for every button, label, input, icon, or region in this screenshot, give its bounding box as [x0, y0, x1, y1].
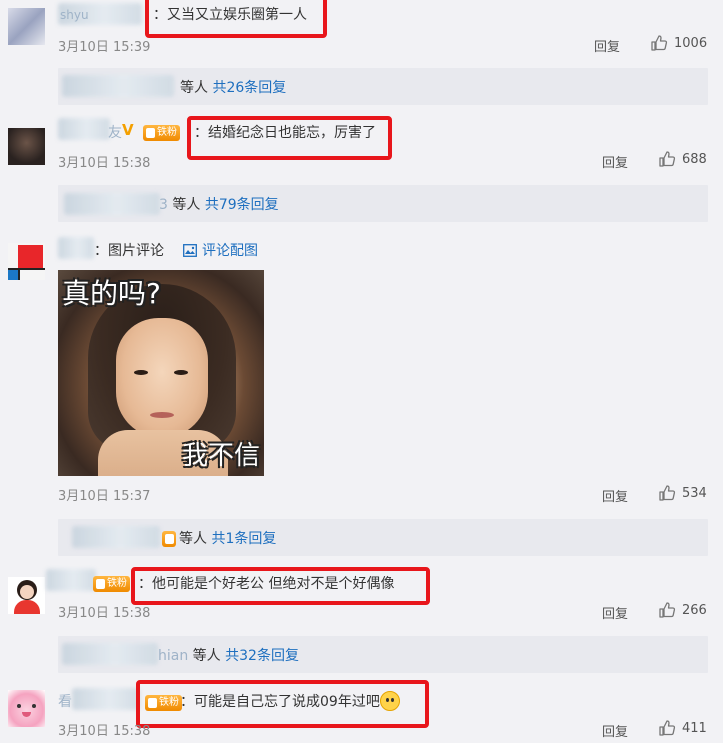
comment-text: ：结婚纪念日也能忘，厉害了: [194, 125, 376, 141]
fan-badge: 铁粉: [93, 576, 130, 592]
comment-date: 3月10日 15:39: [58, 40, 151, 55]
comment-date: 3月10日 15:38: [58, 606, 151, 621]
replies-summary[interactable]: hian 等人 共32条回复: [58, 636, 708, 673]
comment-date: 3月10日 15:38: [58, 724, 151, 739]
avatar[interactable]: [8, 8, 45, 45]
replies-count-link[interactable]: 共79条回复: [205, 197, 279, 213]
replier-names-blurred[interactable]: [72, 526, 160, 548]
username-fragment[interactable]: 友: [108, 122, 122, 144]
comment-date: 3月10日 15:37: [58, 489, 151, 504]
replies-summary[interactable]: 等人 共26条回复: [58, 68, 708, 105]
like-button[interactable]: 411: [658, 719, 707, 737]
meme-caption-bottom: 我不信: [181, 441, 260, 471]
reply-button[interactable]: 回复: [602, 152, 628, 171]
meme-mouth: [150, 412, 174, 418]
comment-5: 看 铁粉 ：可能是自己忘了说成09年过吧 3月10日 15:38 回复 411: [0, 680, 723, 743]
replier-names-blurred[interactable]: [62, 643, 158, 665]
replies-summary-text: 3 等人 共79条回复: [159, 194, 279, 214]
like-count: 266: [682, 602, 707, 618]
comment-4: 铁粉 ：他可能是个好老公 但绝对不是个好偶像 3月10日 15:38 回复 26…: [0, 565, 723, 680]
comment-text-content: ：可能是自己忘了说成09年过吧: [180, 694, 380, 710]
avatar[interactable]: [8, 128, 45, 165]
meme-eye-right: [174, 370, 188, 375]
doge-emoji-icon: [379, 691, 400, 711]
username-blurred[interactable]: [58, 237, 94, 259]
replies-count-link[interactable]: 共1条回复: [211, 531, 276, 547]
replies-summary-text: hian 等人 共32条回复: [158, 645, 299, 665]
replies-suffix: 等人: [192, 648, 221, 664]
replies-count-link[interactable]: 共26条回复: [212, 80, 286, 96]
like-count: 534: [682, 485, 707, 501]
reply-button[interactable]: 回复: [594, 36, 620, 55]
thumbs-up-icon: [659, 151, 676, 167]
fan-badge: 铁粉: [143, 125, 180, 141]
replies-suffix: 等人: [180, 80, 208, 96]
replier-names-blurred[interactable]: [64, 193, 160, 215]
meme-eye-left: [134, 370, 148, 375]
like-count: 688: [682, 151, 707, 167]
like-count: 411: [682, 720, 707, 736]
picture-comment-label: ：图片评论: [94, 243, 164, 259]
thumbs-up-icon: [651, 35, 668, 51]
meme-caption-top: 真的吗?: [62, 277, 161, 310]
like-count: 1006: [674, 35, 708, 51]
replies-summary[interactable]: 等人 共1条回复: [58, 519, 708, 556]
username-blurred[interactable]: [72, 688, 140, 710]
reply-button[interactable]: 回复: [602, 721, 628, 740]
fan-badge: 铁粉: [145, 695, 182, 711]
replies-suffix: 等人: [179, 531, 207, 547]
replies-summary-text: 等人 共26条回复: [180, 77, 286, 97]
username-fragment[interactable]: shyu: [60, 4, 89, 26]
replies-summary[interactable]: 3 等人 共79条回复: [58, 185, 708, 222]
comment-text: ：又当又立娱乐圈第一人: [153, 7, 307, 23]
replier-name-fragment[interactable]: hian: [158, 648, 188, 664]
meme-face: [116, 318, 208, 438]
replier-names-blurred[interactable]: [62, 75, 174, 97]
username-blurred[interactable]: [46, 569, 96, 591]
thumbs-up-icon: [659, 485, 676, 501]
verified-v-icon: V: [122, 121, 134, 139]
like-button[interactable]: 1006: [650, 34, 707, 52]
replies-summary-text: 等人 共1条回复: [179, 528, 276, 548]
avatar[interactable]: [8, 577, 45, 614]
picture-link-label[interactable]: 评论配图: [202, 240, 258, 260]
like-button[interactable]: 266: [658, 601, 707, 619]
avatar[interactable]: [8, 243, 45, 280]
image-icon: [183, 243, 197, 257]
comment-text: ：可能是自己忘了说成09年过吧: [180, 691, 400, 713]
replier-name-fragment[interactable]: 3: [159, 197, 168, 213]
comment-2: 友 V 铁粉 ：结婚纪念日也能忘，厉害了 3月10日 15:38 回复 688 …: [0, 110, 723, 225]
username-fragment[interactable]: 看: [58, 691, 72, 713]
thumbs-up-icon: [659, 720, 676, 736]
comment-picture-link[interactable]: 评论配图: [183, 240, 258, 260]
comment-image[interactable]: 真的吗? 我不信: [58, 270, 264, 476]
comment-date: 3月10日 15:38: [58, 156, 151, 171]
avatar[interactable]: [8, 690, 45, 727]
reply-button[interactable]: 回复: [602, 486, 628, 505]
username-blurred[interactable]: [58, 118, 110, 140]
comment-1: shyu ：又当又立娱乐圈第一人 3月10日 15:39 回复 1006 等人 …: [0, 0, 723, 110]
comment-3: ：图片评论 评论配图 真的吗? 我不信 3月10日 15:37 回复 534 等…: [0, 225, 723, 565]
like-button[interactable]: 688: [658, 150, 707, 168]
replies-suffix: 等人: [172, 197, 201, 213]
thumbs-up-icon: [659, 602, 676, 618]
comment-text: ：他可能是个好老公 但绝对不是个好偶像: [138, 576, 395, 592]
like-button[interactable]: 534: [658, 484, 707, 502]
reply-button[interactable]: 回复: [602, 603, 628, 622]
fan-badge-small: [162, 531, 176, 547]
replies-count-link[interactable]: 共32条回复: [225, 648, 299, 664]
